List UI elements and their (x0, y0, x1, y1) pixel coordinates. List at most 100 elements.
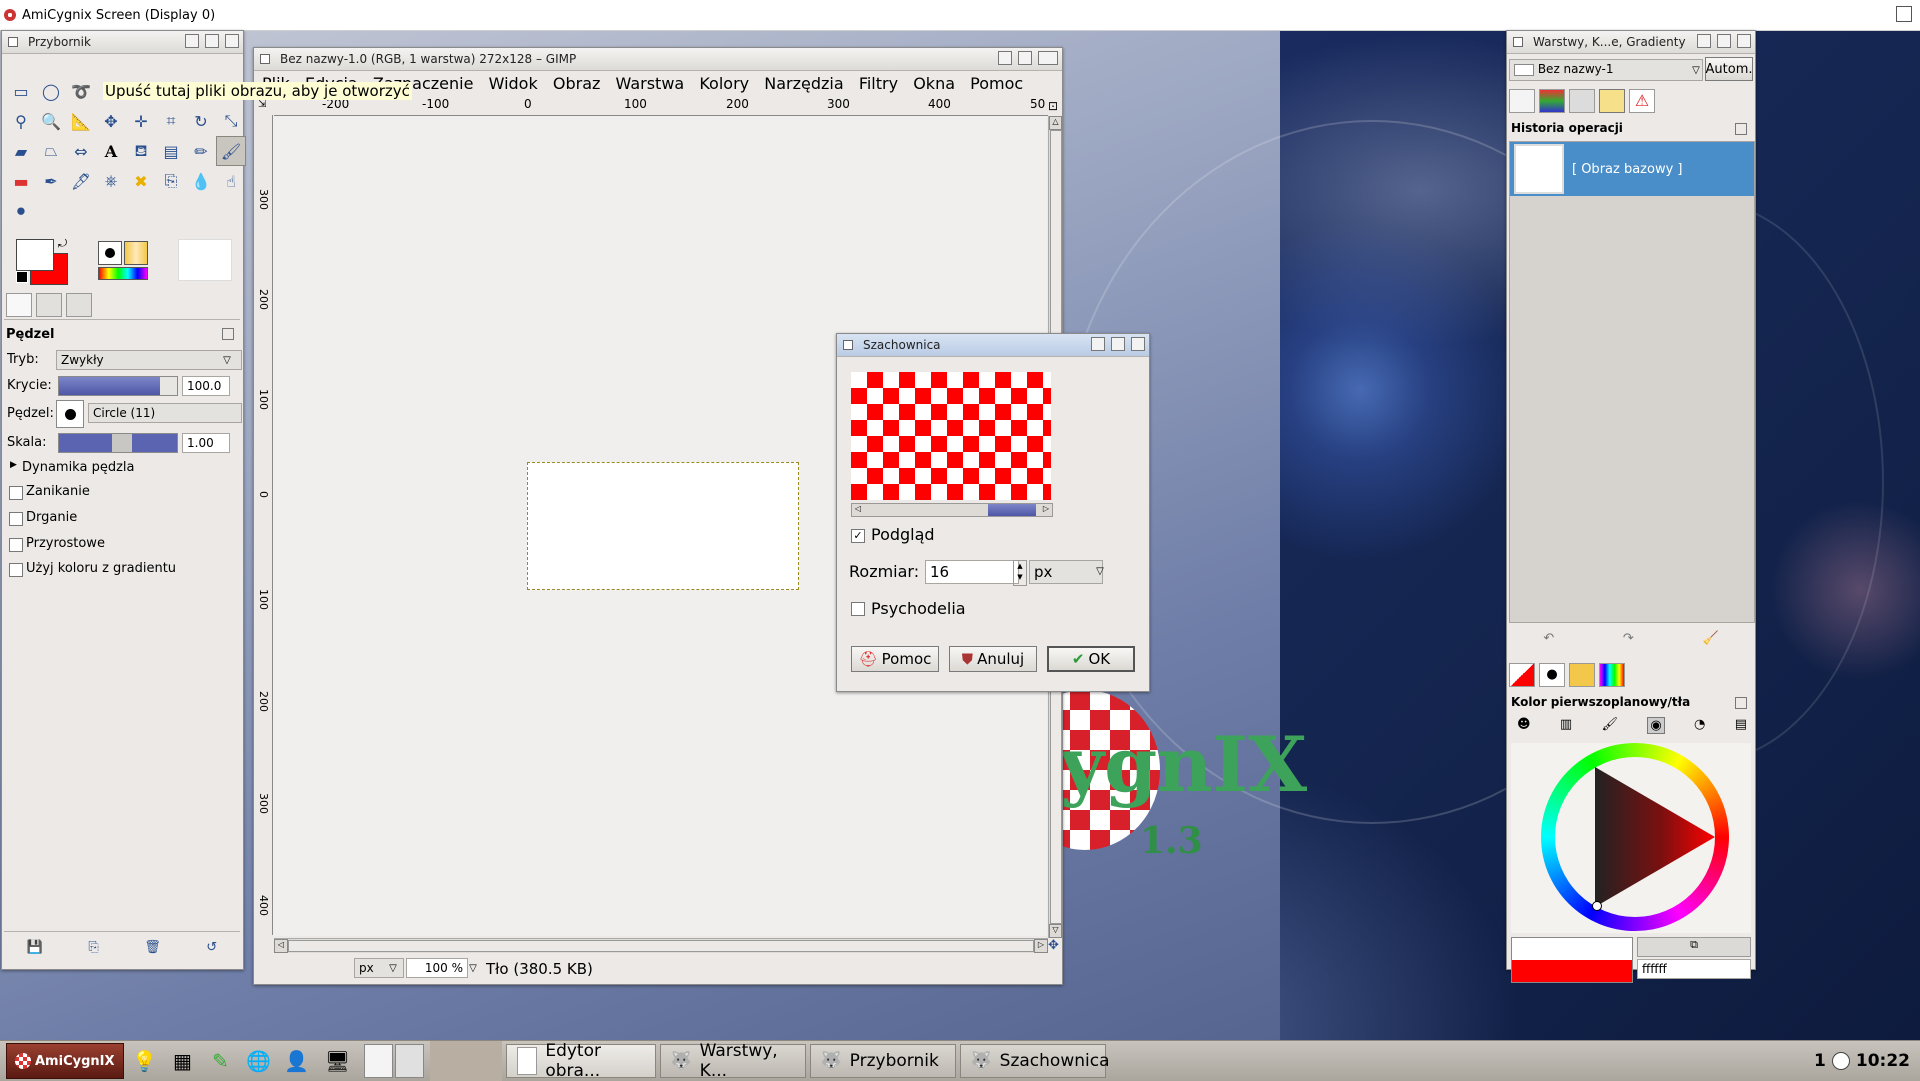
task-layers[interactable]: 🐺 Warstwy, K... (659, 1041, 806, 1081)
hex-color-input[interactable]: ffffff (1637, 959, 1751, 979)
palette-selector-icon[interactable]: ◔ (1694, 717, 1705, 734)
reset-options-icon[interactable]: ↺ (206, 940, 217, 955)
restore-icon[interactable] (1896, 6, 1912, 22)
layers-tab-icon[interactable] (1509, 89, 1535, 113)
scroll-down-icon[interactable]: ▽ (1049, 924, 1062, 938)
vertical-ruler[interactable]: 300 200 100 0 100 200 300 400 (254, 115, 273, 935)
scale-value[interactable]: 1.00 (182, 433, 230, 453)
calculator-icon[interactable]: ▦ (166, 1044, 200, 1078)
expander-icon[interactable]: ▶ (10, 460, 17, 470)
delete-options-icon[interactable]: 🗑 (144, 940, 161, 955)
document-tab-icon[interactable] (36, 293, 62, 317)
perspective-icon[interactable]: ⏢ (36, 136, 66, 166)
preview-checkbox[interactable]: ✓ (851, 529, 865, 543)
blur-icon[interactable]: 💧 (186, 166, 216, 196)
checkerboard-preview[interactable] (851, 372, 1051, 500)
menu-tools[interactable]: Narzędzia (764, 74, 843, 93)
dodge-burn-icon[interactable]: ⚫ (6, 196, 36, 226)
window-menu-icon[interactable] (1513, 37, 1523, 47)
perspective-clone-icon[interactable]: ⎘ (156, 166, 186, 196)
quick-mask-corner-icon[interactable]: ⇲ (258, 99, 266, 110)
swap-colors-icon[interactable]: ⤾ (58, 237, 67, 251)
minimize-icon[interactable] (185, 34, 199, 48)
cmyk-selector-icon[interactable]: ▥ (1560, 717, 1572, 734)
fg-color-preview[interactable] (1511, 937, 1633, 983)
chevron-down-icon[interactable]: ▽ (1091, 562, 1109, 580)
dialog-titlebar[interactable]: Szachownica (837, 334, 1149, 357)
paths-tab-icon[interactable] (1569, 89, 1595, 113)
clock[interactable]: 10:22 (1856, 1051, 1910, 1071)
gradient-indicator[interactable] (98, 267, 148, 280)
menu-filters[interactable]: Filtry (859, 74, 898, 93)
color-marker[interactable] (1592, 901, 1602, 911)
blend-icon[interactable]: ▤ (156, 136, 186, 166)
brush-preview[interactable] (56, 400, 84, 428)
fade-checkbox[interactable] (9, 486, 23, 500)
menu-view[interactable]: Widok (489, 74, 538, 93)
menu-image[interactable]: Obraz (553, 74, 601, 93)
scroll-left-icon[interactable]: ◁ (274, 939, 288, 953)
eraser-icon[interactable]: ▬ (6, 166, 36, 196)
zoom-icon[interactable]: 🔍 (36, 106, 66, 136)
horizontal-scrollbar[interactable]: ◁ ▷ (274, 938, 1048, 953)
help-button[interactable]: ⛑ Pomoc (851, 646, 939, 672)
save-options-icon[interactable]: 💾 (27, 940, 43, 955)
dynamics-label[interactable]: Dynamika pędzla (22, 460, 135, 475)
scroll-right-icon[interactable]: ▷ (1034, 939, 1048, 953)
image-window-titlebar[interactable]: Bez nazwy-1.0 (RGB, 1 warstwa) 272x128 –… (254, 48, 1062, 71)
scales-selector-icon[interactable]: ▤ (1735, 717, 1747, 734)
jitter-label[interactable]: Drganie (26, 510, 77, 525)
ellipse-select-icon[interactable]: ◯ (36, 76, 66, 106)
move-icon[interactable]: ✥ (96, 106, 126, 136)
opacity-value[interactable]: 100.0 (182, 376, 230, 396)
monitor-icon[interactable]: 🖥 (318, 1044, 358, 1078)
close-icon[interactable] (1737, 34, 1751, 48)
clear-history-icon[interactable]: 🧹 (1702, 631, 1718, 646)
maximize-icon[interactable] (1018, 51, 1032, 65)
globe-icon[interactable]: 🌐 (242, 1044, 276, 1078)
foreground-color-swatch[interactable] (16, 239, 54, 271)
scrollbar-thumb[interactable] (288, 940, 1034, 952)
scroll-left-icon[interactable]: ◁ (852, 504, 864, 516)
align-icon[interactable]: ✛ (126, 106, 156, 136)
bucket-fill-icon[interactable]: ⛾ (126, 136, 156, 166)
scale-icon[interactable]: ⤡ (216, 106, 246, 136)
workspace-number[interactable]: 1 (1814, 1051, 1826, 1071)
panel-menu-icon[interactable] (1735, 123, 1747, 135)
chevron-down-icon[interactable]: ▽ (218, 351, 236, 369)
menu-layer[interactable]: Warstwa (616, 74, 685, 93)
patterns-tab-icon[interactable] (1569, 663, 1595, 687)
shear-icon[interactable]: ▰ (6, 136, 36, 166)
channels-tab-icon[interactable] (1539, 89, 1565, 113)
gradient-label[interactable]: Użyj koloru z gradientu (26, 561, 176, 576)
ok-button[interactable]: ✔ OK (1047, 646, 1135, 672)
cancel-button[interactable]: ⛊ Anuluj (949, 646, 1037, 672)
zoom-navigate-icon[interactable]: ⊡ (1048, 99, 1058, 113)
size-stepper-icon[interactable]: ▲ ▼ (1013, 560, 1027, 586)
workspace-pager[interactable] (363, 1044, 424, 1078)
workspace-2[interactable] (394, 1044, 424, 1078)
color-wheel-area[interactable] (1511, 743, 1751, 933)
text-icon[interactable]: A (96, 136, 126, 166)
psychedelic-checkbox[interactable] (851, 602, 865, 616)
chevron-down-icon[interactable]: ▽ (384, 959, 402, 977)
info-tab-icon[interactable] (66, 293, 92, 317)
close-icon[interactable] (1131, 337, 1145, 351)
flip-icon[interactable]: ⇔ (66, 136, 96, 166)
pencil-icon[interactable]: ✏ (186, 136, 216, 166)
menu-windows[interactable]: Okna (913, 74, 955, 93)
measure-icon[interactable]: 📐 (66, 106, 96, 136)
task-checkerboard[interactable]: 🐺 Szachownica (959, 1044, 1110, 1078)
toolbox-titlebar[interactable]: Przybornik (2, 31, 243, 54)
chevron-down-icon[interactable]: ▽ (464, 959, 482, 977)
error-tab-icon[interactable]: ⚠ (1629, 89, 1655, 113)
color-picker-icon[interactable]: ⚲ (6, 106, 36, 136)
editor-icon[interactable]: ✎ (204, 1044, 238, 1078)
tool-options-tab-icon[interactable] (6, 293, 32, 317)
scale-slider[interactable] (58, 433, 178, 453)
chevron-down-icon[interactable]: ▽ (1687, 61, 1705, 79)
maximize-icon[interactable] (1111, 337, 1125, 351)
heal-icon[interactable]: ✖ (126, 166, 156, 196)
window-menu-icon[interactable] (843, 340, 853, 350)
fade-label[interactable]: Zanikanie (26, 484, 90, 499)
